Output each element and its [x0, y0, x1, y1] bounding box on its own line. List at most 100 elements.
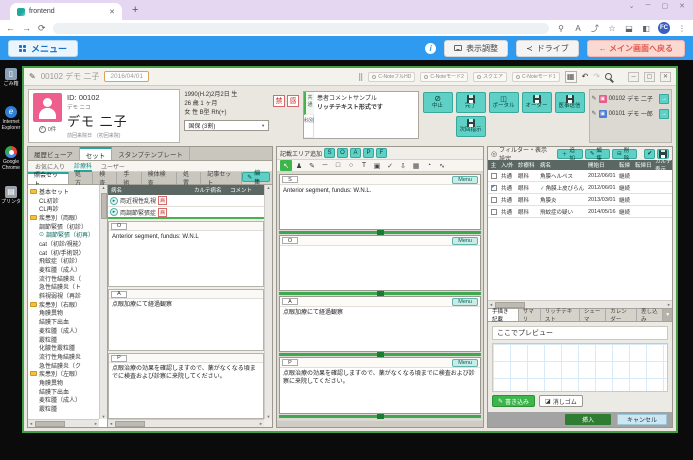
- collapse-icon[interactable]: ◎: [491, 150, 497, 158]
- section-menu-button[interactable]: Menu: [452, 359, 478, 367]
- display-adjust-button[interactable]: 表示調整: [444, 40, 508, 57]
- table-tool-icon[interactable]: ▦: [410, 160, 422, 171]
- rectangle-tool-icon[interactable]: □: [332, 160, 344, 171]
- image-tool-icon[interactable]: ▣: [371, 160, 383, 171]
- tab-set[interactable]: セット: [80, 147, 113, 160]
- import-tool-icon[interactable]: ⇩: [397, 160, 409, 171]
- tab-insert[interactable]: 差し込み: [637, 309, 663, 321]
- url-input[interactable]: [53, 23, 549, 34]
- disease-row[interactable]: ✔ 共通 眼科 ✓角膜上皮びらん 2012/06/01 継続: [488, 182, 672, 194]
- eraser-button[interactable]: ◪消しゴム: [539, 395, 583, 407]
- stamp-tool-icon[interactable]: ♟: [293, 160, 305, 171]
- add-s-button[interactable]: S: [324, 148, 335, 158]
- order-button[interactable]: オーダー: [522, 92, 552, 113]
- share-icon[interactable]: ⤴: [590, 23, 600, 33]
- filter-add-button[interactable]: ＋追加: [557, 149, 583, 159]
- profile-avatar[interactable]: FC: [658, 22, 670, 34]
- tree-item[interactable]: CL再診: [30, 204, 98, 213]
- tree-item[interactable]: 流行性結膜炎（: [30, 274, 98, 283]
- section-text[interactable]: 点眼加療にて経過観察: [280, 307, 480, 351]
- extensions-icon[interactable]: ⬓: [624, 23, 634, 33]
- tree-item[interactable]: 調節緊張（初診）: [30, 222, 98, 231]
- tab-summary[interactable]: サマリ: [519, 309, 541, 321]
- handwriting-canvas[interactable]: [492, 343, 668, 392]
- patient-list-item[interactable]: ✎ ▣ 00101 デモ 一郎 →: [592, 107, 669, 120]
- app-maximize-icon[interactable]: ▢: [644, 72, 655, 82]
- brush-button[interactable]: ✔: [644, 149, 656, 159]
- disease-row[interactable]: 共通 眼科 飛蚊症の疑い 2014/05/16 継続: [488, 206, 672, 218]
- reload-icon[interactable]: ⟳: [38, 24, 46, 33]
- section-menu-button[interactable]: Menu: [452, 237, 478, 245]
- cancel-button[interactable]: ⊘中止: [423, 92, 453, 113]
- tree-horizontal-scrollbar[interactable]: ◄►: [28, 419, 99, 427]
- row-marker-icon[interactable]: ▸: [110, 208, 118, 216]
- tree-folder[interactable]: 疾患別（左眼）: [30, 369, 98, 378]
- bookmark-star-icon[interactable]: ☆: [607, 23, 617, 33]
- tree-item[interactable]: 霰粒腫: [30, 335, 98, 344]
- desktop-icon-printer[interactable]: ▤ プリンタ: [0, 186, 22, 205]
- add-p-button[interactable]: P: [363, 148, 374, 158]
- set-edit-button[interactable]: ✎編集: [242, 172, 270, 182]
- tree-item-selected[interactable]: ⊙調節緊張（初再）: [30, 230, 98, 239]
- tree-item[interactable]: 化膿性霰粒腫: [30, 343, 98, 352]
- tab-overflow-dropdown[interactable]: ▼: [663, 309, 672, 321]
- desktop-icon-ie[interactable]: e Internet Explorer: [0, 106, 22, 131]
- section-text[interactable]: Anterior segment, fundus: W.N.L.: [280, 185, 480, 229]
- drive-button[interactable]: ≺ ドライブ: [516, 40, 579, 57]
- tab-treatment[interactable]: 処置: [177, 172, 201, 184]
- tree-vertical-scrollbar[interactable]: ▲▼: [99, 185, 107, 419]
- tab-close-icon[interactable]: ✕: [109, 8, 115, 16]
- comment-tab-dept[interactable]: 科別: [304, 115, 314, 138]
- window-minimize-icon[interactable]: ─: [646, 2, 651, 10]
- tab-handwriting[interactable]: 手描き記載: [488, 309, 519, 321]
- section-menu-button[interactable]: Menu: [452, 176, 478, 184]
- tree-item[interactable]: 急性結膜炎（ト: [30, 283, 98, 292]
- browser-tab[interactable]: frontend ✕: [10, 3, 122, 20]
- check-tool-icon[interactable]: ✓: [384, 160, 396, 171]
- main-checkbox[interactable]: [491, 209, 497, 215]
- window-maximize-icon[interactable]: ▢: [662, 2, 669, 10]
- portal-button[interactable]: ◫ポータル: [489, 92, 519, 113]
- dots-grid-icon[interactable]: ⣿: [358, 73, 363, 81]
- tree-item[interactable]: 斜視弱視（再診: [30, 291, 98, 300]
- karte-date-field[interactable]: 2016/04/01: [104, 71, 149, 82]
- new-tab-button[interactable]: +: [132, 4, 138, 16]
- scroll-thumb[interactable]: [101, 193, 107, 219]
- preview-vertical-scrollbar[interactable]: ▲▼: [264, 185, 272, 419]
- scroll-thumb[interactable]: [35, 421, 65, 427]
- section-text[interactable]: [280, 246, 480, 290]
- translate-icon[interactable]: A: [573, 23, 583, 33]
- back-icon[interactable]: ←: [6, 24, 15, 33]
- insert-button[interactable]: 挿入: [565, 414, 611, 425]
- disease-row[interactable]: 共通 眼科 角膜ヘルペス 2012/06/01 継続: [488, 170, 672, 182]
- tree-item[interactable]: 結膜下出血: [30, 387, 98, 396]
- main-checkbox[interactable]: ✔: [491, 185, 497, 191]
- tab-inquiry-set[interactable]: 照会セット: [28, 172, 69, 184]
- window-close-icon[interactable]: ✕: [679, 2, 685, 10]
- section-resize-handle[interactable]: [279, 414, 481, 419]
- filter-delete-button[interactable]: ⊟削除: [612, 149, 637, 159]
- desktop-icon-recycle-bin[interactable]: ▯ ごみ箱: [0, 68, 22, 87]
- filter-edit-button[interactable]: ✎編集: [585, 149, 610, 159]
- preview-horizontal-scrollbar[interactable]: ◄►: [108, 419, 264, 427]
- tab-prescription[interactable]: 処方: [69, 172, 93, 184]
- next-instruction-button[interactable]: 次回指示: [456, 116, 486, 137]
- tree-item[interactable]: 霰粒腫: [30, 404, 98, 413]
- row-marker-icon[interactable]: ▸: [110, 197, 118, 205]
- tree-folder[interactable]: 疾患別（右眼）: [30, 300, 98, 309]
- add-o-button[interactable]: O: [337, 148, 348, 158]
- tab-history-viewer[interactable]: 履歴ビューア: [28, 147, 80, 160]
- undo-icon[interactable]: ↶: [582, 72, 589, 81]
- disease-row[interactable]: 共通 眼科 角膜炎 2013/03/01 継続: [488, 194, 672, 206]
- info-icon[interactable]: i: [425, 43, 436, 54]
- complete-button[interactable]: 完了: [456, 92, 486, 113]
- tree-item[interactable]: 流行性角結膜炎: [30, 352, 98, 361]
- tab-specimen[interactable]: 検体検査: [142, 172, 177, 184]
- line-tool-icon[interactable]: ─: [319, 160, 331, 171]
- set-disease-row[interactable]: ▸ 両調節緊張症 病: [108, 207, 264, 219]
- scroll-thumb[interactable]: [115, 421, 145, 427]
- forward-icon[interactable]: →: [22, 24, 31, 33]
- write-button[interactable]: ✎書き込み: [492, 395, 535, 407]
- key-icon[interactable]: ⚲: [556, 23, 566, 33]
- back-to-main-button[interactable]: ← メイン画面へ戻る: [587, 40, 685, 57]
